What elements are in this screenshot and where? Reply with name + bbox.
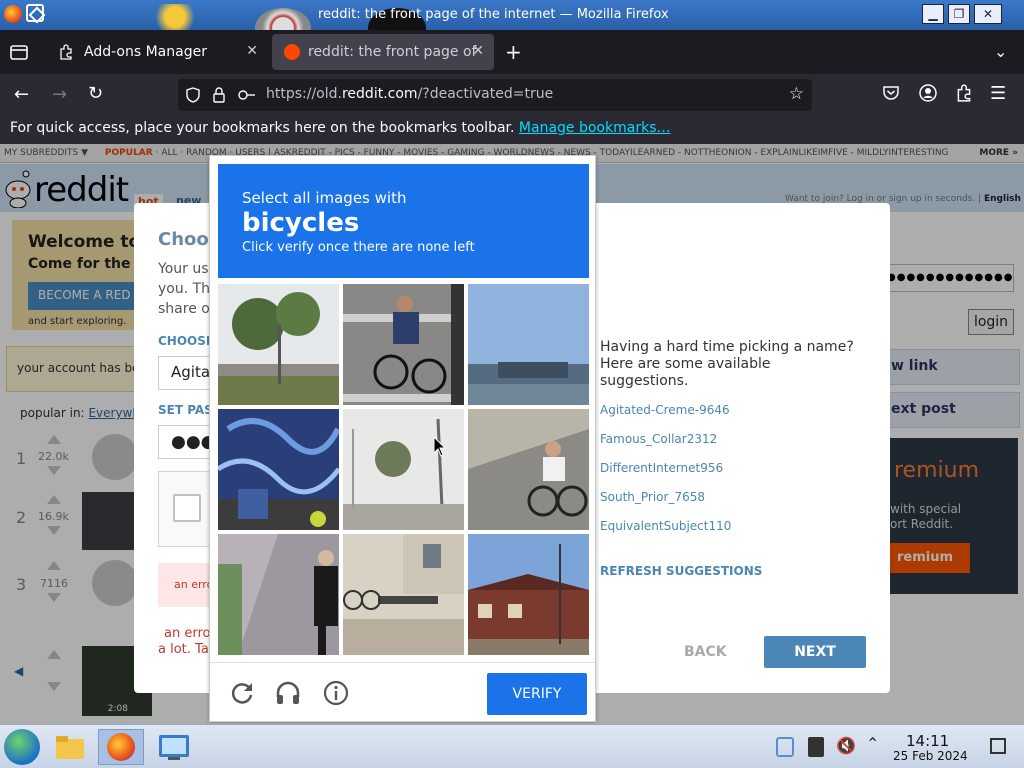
url-text[interactable]: https://old.reddit.com/?deactivated=true (266, 86, 553, 102)
battery-tray-icon[interactable] (808, 737, 824, 757)
show-desktop-icon[interactable] (990, 738, 1006, 754)
captcha-tile-trees-street[interactable] (218, 284, 339, 405)
next-button[interactable]: NEXT (764, 636, 866, 668)
username-suggestion[interactable]: EquivalentSubject110 (600, 519, 731, 533)
error-message: an error a lot. Tak (158, 626, 217, 657)
close-tab-icon[interactable]: ✕ (472, 43, 484, 59)
new-tab-icon[interactable]: + (505, 40, 522, 64)
captcha-tile-graffiti-wall[interactable] (218, 409, 339, 530)
captcha-target: bicycles (242, 208, 360, 238)
control-panel-icon[interactable] (156, 729, 192, 765)
captcha-tile-man-walking-sidewalk[interactable] (218, 534, 339, 655)
pocket-icon[interactable] (882, 84, 900, 106)
chevron-up-icon[interactable]: ⌃ (866, 734, 879, 753)
close-window-button[interactable]: ✕ (974, 4, 1002, 24)
app-menu-icon[interactable] (26, 4, 44, 22)
captcha-tile-cyclist-crosswalk[interactable] (343, 284, 464, 405)
username-suggestion[interactable]: Agitated-Creme-9646 (600, 403, 730, 417)
captcha-tile-cyclist-road[interactable] (468, 409, 589, 530)
captcha-challenge: Select all images with bicycles Click ve… (209, 155, 596, 722)
firefox-view-icon[interactable] (8, 42, 30, 66)
captcha-tile-harbor-scene[interactable] (468, 284, 589, 405)
desktop-background-fragment (145, 4, 205, 30)
back-icon[interactable]: ← (14, 84, 29, 105)
navigation-toolbar: ← → ↻ https://old.reddit.com/?deactivate… (0, 74, 1024, 116)
captcha-footer: VERIFY (210, 662, 595, 722)
forward-icon[interactable]: → (52, 84, 67, 105)
clock-time[interactable]: 14:11 (906, 732, 949, 750)
url-bar[interactable]: https://old.reddit.com/?deactivated=true… (178, 79, 812, 111)
firefox-icon (4, 5, 22, 23)
password-label: SET PAS (158, 403, 213, 417)
window-title: reddit: the front page of the internet —… (318, 7, 669, 22)
back-button[interactable]: BACK (684, 644, 727, 660)
puzzle-icon (60, 44, 72, 60)
list-all-tabs-icon[interactable]: ⌄ (994, 42, 1007, 61)
file-manager-icon[interactable] (52, 729, 88, 765)
tab-addons-manager[interactable]: Add-ons Manager ✕ (46, 34, 268, 70)
tab-label: Add-ons Manager (84, 44, 207, 60)
reddit-favicon-icon (284, 44, 300, 60)
minimize-button[interactable]: ▁ (922, 4, 944, 24)
mouse-cursor-icon (434, 437, 446, 457)
captcha-tile-trees-foggy-street[interactable] (343, 409, 464, 530)
clipboard-tray-icon[interactable] (776, 737, 794, 757)
username-label: CHOOSE (158, 334, 215, 348)
refresh-suggestions-button[interactable]: REFRESH SUGGESTIONS (600, 564, 762, 578)
permissions-key-icon[interactable] (238, 88, 256, 102)
captcha-tile-bench-building[interactable] (343, 534, 464, 655)
extensions-icon[interactable] (955, 84, 973, 106)
taskbar: 🔇 ⌃ 14:11 25 Feb 2024 (0, 724, 1024, 768)
tab-reddit[interactable]: reddit: the front page of ✕ (272, 34, 494, 70)
captcha-header: Select all images with bicycles Click ve… (218, 164, 589, 278)
hamburger-menu-icon[interactable]: ☰ (990, 83, 1006, 104)
reload-icon[interactable]: ↻ (88, 83, 103, 104)
username-suggestion[interactable]: Famous_Collar2312 (600, 432, 717, 446)
firefox-taskbar-icon[interactable] (98, 729, 144, 765)
captcha-hint: Click verify once there are none left (242, 240, 475, 255)
verify-button[interactable]: VERIFY (487, 673, 587, 715)
manage-bookmarks-link[interactable]: Manage bookmarks… (519, 120, 671, 136)
maximize-button[interactable]: ❐ (948, 4, 970, 24)
username-suggestion[interactable]: DifferentInternet956 (600, 461, 723, 475)
bookmark-star-icon[interactable]: ☆ (789, 84, 804, 104)
tab-bar: Add-ons Manager ✕ reddit: the front page… (0, 30, 1024, 74)
suggestions-header: Having a hard time picking a name? Here … (600, 339, 854, 389)
username-suggestion[interactable]: South_Prior_7658 (600, 490, 705, 504)
account-icon[interactable] (919, 84, 937, 106)
bookmarks-hint-text: For quick access, place your bookmarks h… (10, 120, 515, 136)
info-icon[interactable] (322, 679, 350, 707)
window-title-bar: reddit: the front page of the internet —… (0, 0, 1024, 48)
lock-icon[interactable] (212, 87, 226, 103)
start-menu-icon[interactable] (4, 729, 40, 765)
close-tab-icon[interactable]: ✕ (246, 43, 258, 59)
captcha-instruction: Select all images with (242, 189, 407, 207)
clock-date[interactable]: 25 Feb 2024 (893, 749, 968, 763)
bookmarks-toolbar: For quick access, place your bookmarks h… (0, 116, 1024, 144)
reload-challenge-icon[interactable] (228, 679, 256, 707)
audio-challenge-icon[interactable] (274, 679, 302, 707)
captcha-tile-red-building[interactable] (468, 534, 589, 655)
recaptcha-checkbox[interactable] (173, 494, 201, 522)
tab-label: reddit: the front page of (308, 44, 477, 60)
muted-volume-icon[interactable]: 🔇 (836, 736, 856, 755)
shield-icon[interactable] (186, 87, 200, 103)
